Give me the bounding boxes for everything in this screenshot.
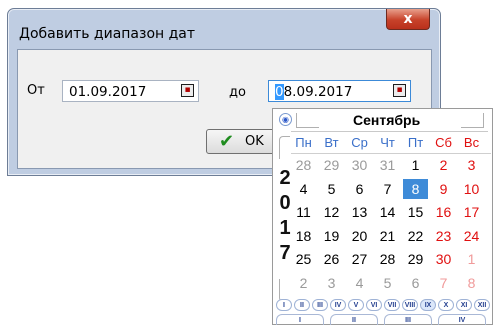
quarter-button[interactable]: I [276, 314, 324, 325]
calendar-icon[interactable]: ▪ [393, 84, 406, 97]
quarter-picker-row: I II III IV [276, 314, 492, 326]
month-numeral-button[interactable]: IX [420, 299, 436, 311]
month-numeral-button[interactable]: XI [456, 299, 472, 311]
to-date-selected-char: 0 [275, 84, 284, 100]
weekday-divider [291, 153, 491, 154]
to-date-value: 08.09.2017 [275, 84, 352, 100]
weekday-header: Пн Вт Ср Чт Пт Сб Вс [291, 135, 491, 153]
close-button[interactable]: x [386, 9, 430, 30]
day-grid: 28 29 30 31 1 2 3 4 5 6 7 8 9 10 11 12 13 14 15 16 17 18 19 20 2… [291, 155, 491, 299]
month-numeral-button[interactable]: XII [474, 299, 490, 311]
calendar-day[interactable]: 22 [403, 226, 428, 246]
quarter-button[interactable]: IV [438, 314, 486, 325]
calendar-day[interactable]: 4 [291, 179, 316, 199]
calendar-day[interactable]: 20 [347, 226, 372, 246]
month-numeral-button[interactable]: VII [384, 299, 400, 311]
weekday-label: Чт [380, 135, 395, 150]
calendar-day[interactable]: 21 [375, 226, 400, 246]
next-month-button[interactable] [461, 113, 484, 128]
calendar-day[interactable]: 16 [431, 202, 456, 222]
month-picker-row: I II III IV V VI VII VIII IX X XI XII [276, 299, 492, 313]
calendar-day[interactable]: 8 [403, 178, 428, 199]
month-numeral-button[interactable]: V [348, 299, 364, 311]
calendar-day[interactable]: 3 [459, 155, 484, 175]
calendar-day[interactable]: 29 [403, 249, 428, 269]
calendar-day[interactable]: 6 [403, 273, 428, 293]
calendar-day[interactable]: 3 [319, 273, 344, 293]
calendar-day[interactable]: 14 [375, 202, 400, 222]
calendar-day[interactable]: 9 [431, 179, 456, 199]
month-numeral-button[interactable]: VIII [402, 299, 418, 311]
weekday-label: Вт [324, 135, 339, 150]
calendar-day[interactable]: 31 [375, 155, 400, 175]
calendar-day[interactable]: 27 [347, 249, 372, 269]
calendar-day[interactable]: 8 [459, 273, 484, 293]
quarter-button[interactable]: II [330, 314, 378, 325]
calendar-day[interactable]: 5 [375, 273, 400, 293]
calendar-icon[interactable]: ▪ [181, 84, 194, 97]
prev-year-button[interactable] [279, 136, 290, 159]
calendar-day[interactable]: 25 [291, 249, 316, 269]
ok-label: OK [245, 134, 264, 149]
month-numeral-button[interactable]: II [294, 299, 310, 311]
checkmark-icon: ✔ [219, 131, 235, 152]
calendar-day[interactable]: 6 [347, 179, 372, 199]
calendar-day[interactable]: 13 [347, 202, 372, 222]
calendar-mode-icon[interactable]: ◉ [279, 113, 292, 126]
calendar-day[interactable]: 7 [375, 179, 400, 199]
calendar-day[interactable]: 17 [459, 202, 484, 222]
dialog-title: Добавить диапазон дат [19, 26, 196, 42]
calendar-day[interactable]: 30 [431, 249, 456, 269]
calendar-popup: ◉ Сентябрь 2 0 1 7 Пн Вт Ср Чт Пт Сб Вс … [272, 108, 493, 325]
calendar-day[interactable]: 30 [347, 155, 372, 175]
to-date-field[interactable]: 08.09.2017 ▪ [268, 80, 411, 102]
calendar-day[interactable]: 23 [431, 226, 456, 246]
weekday-label: Сб [435, 135, 452, 150]
calendar-day[interactable]: 26 [319, 249, 344, 269]
to-date-rest: 8.09.2017 [283, 84, 353, 100]
month-numeral-button[interactable]: IV [330, 299, 346, 311]
calendar-day[interactable]: 1 [403, 155, 428, 175]
calendar-day[interactable]: 19 [319, 226, 344, 246]
calendar-day[interactable]: 29 [319, 155, 344, 175]
calendar-month: Сентябрь [353, 112, 421, 128]
from-date-field[interactable]: 01.09.2017 ▪ [62, 80, 199, 102]
title-bar[interactable]: Добавить диапазон дат x [8, 9, 440, 49]
calendar-day[interactable]: 2 [431, 155, 456, 175]
calendar-day[interactable]: 15 [403, 202, 428, 222]
weekday-label: Пн [295, 135, 312, 150]
calendar-day[interactable]: 5 [319, 179, 344, 199]
calendar-day[interactable]: 18 [291, 226, 316, 246]
month-numeral-button[interactable]: VI [366, 299, 382, 311]
weekday-label: Пт [407, 135, 424, 150]
calendar-day[interactable]: 28 [375, 249, 400, 269]
calendar-day[interactable]: 1 [459, 249, 484, 269]
calendar-day[interactable]: 11 [291, 202, 316, 222]
calendar-day[interactable]: 28 [291, 155, 316, 175]
calendar-header: ◉ Сентябрь [273, 109, 492, 132]
from-date-value: 01.09.2017 [69, 84, 147, 100]
weekday-label: Вс [463, 135, 480, 150]
quarter-button[interactable]: III [384, 314, 432, 325]
weekday-label: Ср [351, 135, 368, 150]
month-numeral-button[interactable]: III [312, 299, 328, 311]
from-label: От [27, 83, 45, 98]
calendar-day[interactable]: 24 [459, 226, 484, 246]
calendar-day[interactable]: 7 [431, 273, 456, 293]
calendar-day[interactable]: 4 [347, 273, 372, 293]
prev-month-button[interactable] [296, 113, 319, 128]
to-label: до [229, 85, 246, 100]
month-numeral-button[interactable]: I [276, 299, 292, 311]
calendar-day[interactable]: 12 [319, 202, 344, 222]
calendar-day[interactable]: 10 [459, 179, 484, 199]
close-icon: x [403, 11, 413, 27]
calendar-divider [291, 131, 488, 132]
calendar-day[interactable]: 2 [291, 273, 316, 293]
month-numeral-button[interactable]: X [438, 299, 454, 311]
